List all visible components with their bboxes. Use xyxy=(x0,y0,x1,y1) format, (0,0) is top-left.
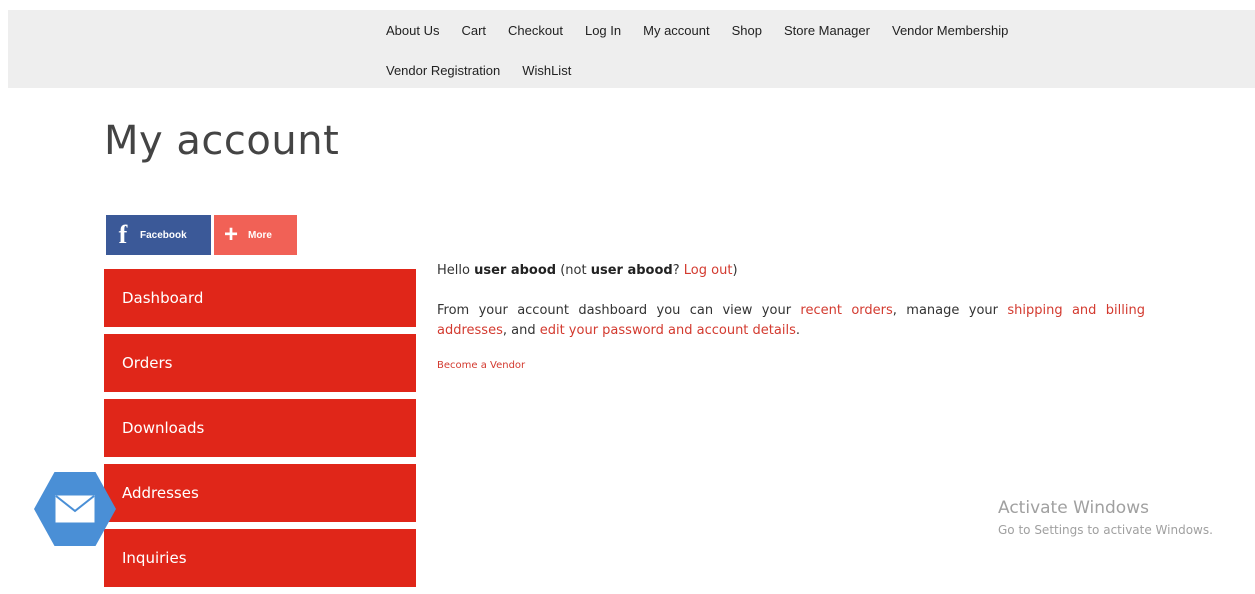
hello-message: Hello user abood (not user abood? Log ou… xyxy=(437,262,1145,280)
nav-link-vendor-registration[interactable]: Vendor Registration xyxy=(386,63,500,78)
close-paren: ) xyxy=(732,263,738,278)
windows-activation-watermark: Activate Windows Go to Settings to activ… xyxy=(998,497,1213,539)
nav-link-my-account[interactable]: My account xyxy=(643,23,709,38)
question-mark: ? xyxy=(672,263,684,278)
top-navigation: About Us Cart Checkout Log In My account… xyxy=(8,10,1255,88)
account-content: Hello user abood (not user abood? Log ou… xyxy=(437,262,1145,372)
plus-icon: + xyxy=(223,221,238,248)
dashboard-description: From your account dashboard you can view… xyxy=(437,301,1145,341)
watermark-subtitle: Go to Settings to activate Windows. xyxy=(998,523,1213,537)
page-title: My account xyxy=(104,118,340,164)
account-nav-addresses[interactable]: Addresses xyxy=(104,464,416,522)
nav-link-log-in[interactable]: Log In xyxy=(585,23,621,38)
account-nav-dashboard[interactable]: Dashboard xyxy=(104,269,416,327)
nav-link-vendor-membership[interactable]: Vendor Membership xyxy=(892,23,1008,38)
facebook-share-button[interactable]: f Facebook xyxy=(106,215,211,255)
become-vendor-link[interactable]: Become a Vendor xyxy=(437,360,525,371)
account-nav-orders[interactable]: Orders xyxy=(104,334,416,392)
account-nav-inquiries[interactable]: Inquiries xyxy=(104,529,416,587)
more-share-label: More xyxy=(248,229,272,241)
edit-account-link[interactable]: edit your password and account details xyxy=(540,323,796,338)
nav-link-wishlist[interactable]: WishList xyxy=(522,63,571,78)
nav-link-store-manager[interactable]: Store Manager xyxy=(784,23,870,38)
nav-link-about-us[interactable]: About Us xyxy=(386,23,439,38)
desc-part-1: From your account dashboard you can view… xyxy=(437,303,801,318)
hello-prefix: Hello xyxy=(437,263,475,278)
nav-row-1: About Us Cart Checkout Log In My account… xyxy=(386,20,1030,40)
nav-link-shop[interactable]: Shop xyxy=(732,23,762,38)
watermark-title: Activate Windows xyxy=(998,498,1149,518)
nav-row-2: Vendor Registration WishList xyxy=(386,60,593,80)
nav-link-cart[interactable]: Cart xyxy=(461,23,486,38)
envelope-icon xyxy=(55,495,95,523)
nav-link-checkout[interactable]: Checkout xyxy=(508,23,563,38)
recent-orders-link[interactable]: recent orders xyxy=(800,303,892,318)
desc-part-2: , manage your xyxy=(892,303,1008,318)
facebook-share-label: Facebook xyxy=(140,229,187,241)
username-repeat: user abood xyxy=(590,263,673,278)
desc-part-3: , and xyxy=(502,323,540,338)
more-share-button[interactable]: + More xyxy=(214,215,297,255)
not-prefix: (not xyxy=(556,263,591,278)
desc-part-4: . xyxy=(795,323,800,338)
account-nav-downloads[interactable]: Downloads xyxy=(104,399,416,457)
account-navigation: Dashboard Orders Downloads Addresses Inq… xyxy=(104,269,416,594)
facebook-f-icon: f xyxy=(118,220,128,249)
logout-link[interactable]: Log out xyxy=(684,263,733,278)
username: user abood xyxy=(474,263,557,278)
